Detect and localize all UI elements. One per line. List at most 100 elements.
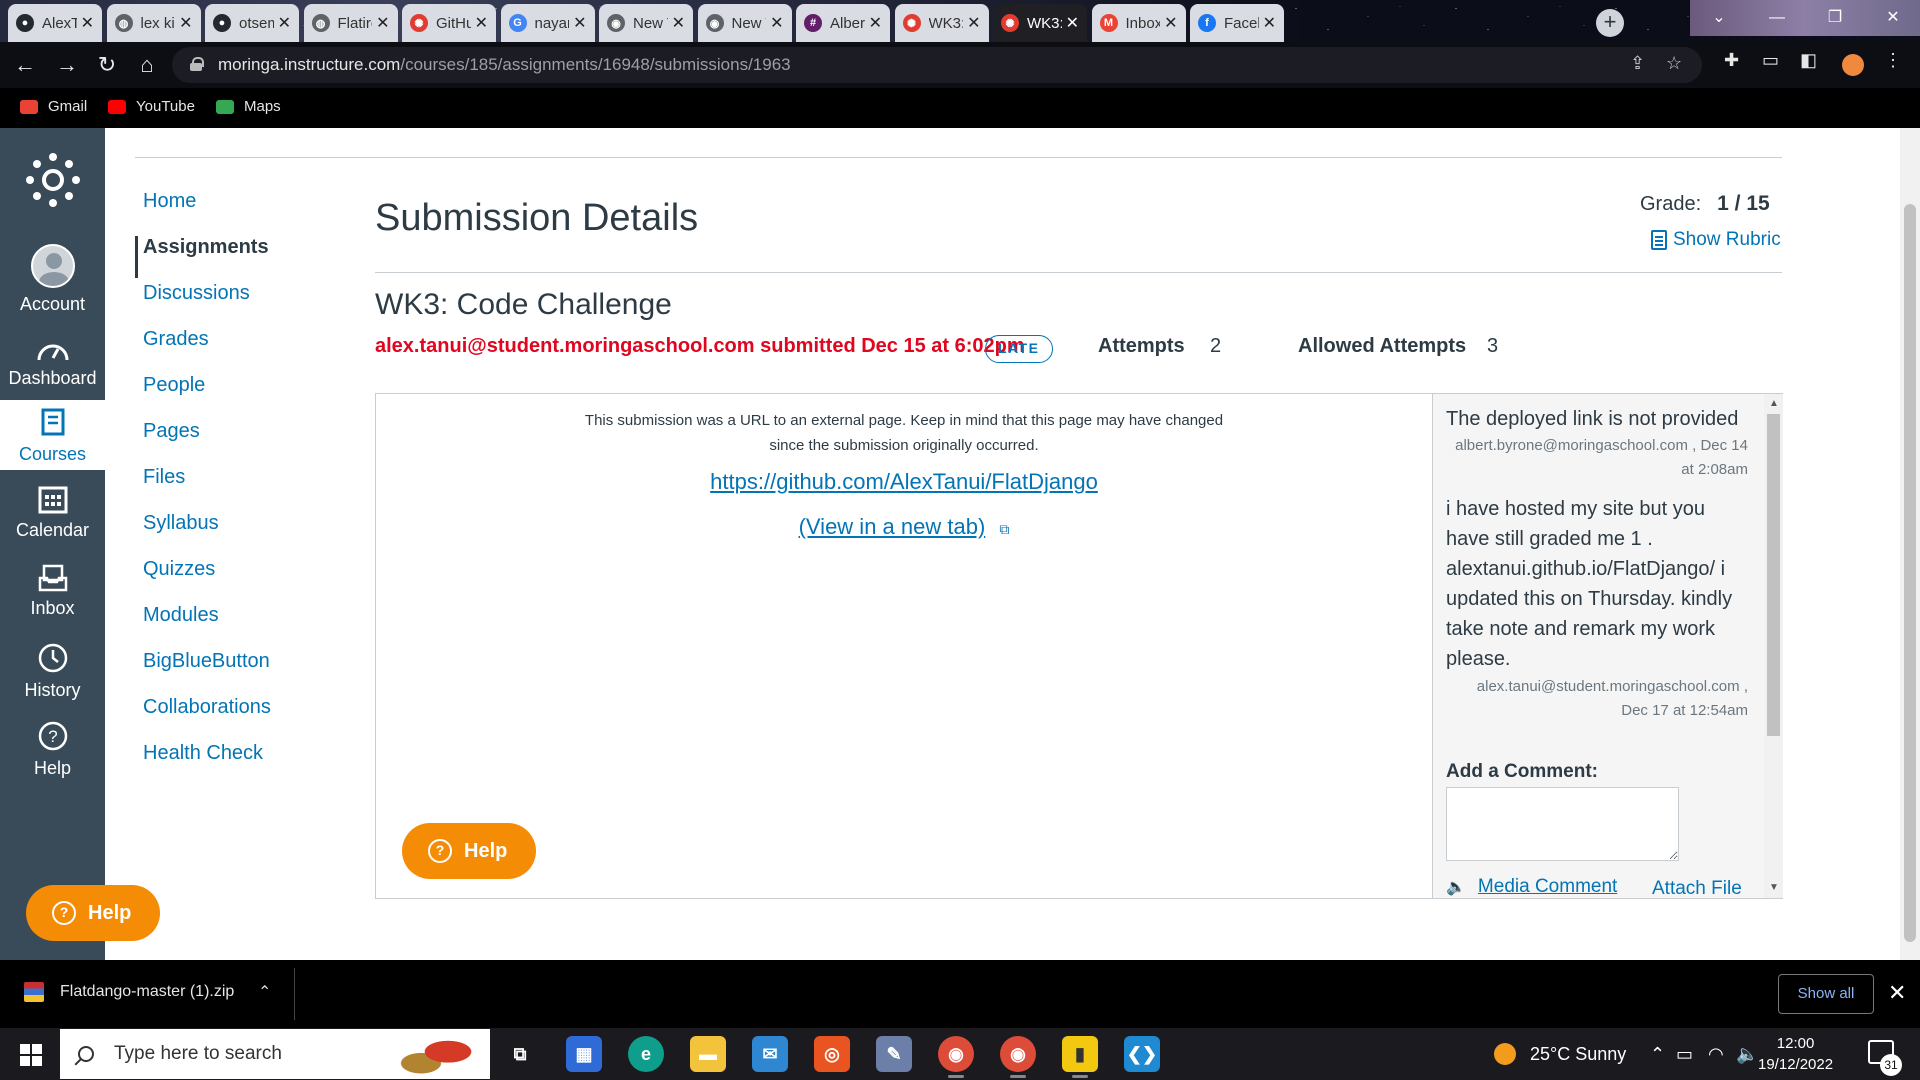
chevron-up-icon[interactable]: ⌃ bbox=[258, 982, 271, 1002]
wifi-icon[interactable]: ◠ bbox=[1708, 1044, 1724, 1065]
view-new-tab-link[interactable]: (View in a new tab) ⧉ bbox=[376, 514, 1432, 540]
close-tab-icon[interactable]: ✕ bbox=[573, 13, 586, 33]
edge-icon[interactable]: e bbox=[628, 1036, 664, 1072]
help-floating-button[interactable]: ? Help bbox=[26, 885, 160, 941]
reload-icon[interactable]: ↻ bbox=[92, 50, 122, 80]
task-view-icon[interactable]: ⧉ bbox=[502, 1036, 538, 1072]
browser-tab[interactable]: M Inbox ✕ bbox=[1091, 4, 1186, 42]
file-explorer-icon[interactable]: ▬ bbox=[690, 1036, 726, 1072]
close-tab-icon[interactable]: ✕ bbox=[770, 13, 783, 33]
volume-icon[interactable]: 🔈 bbox=[1736, 1044, 1758, 1065]
tab-search-icon[interactable]: ⌄ bbox=[1690, 0, 1748, 36]
extensions-icon[interactable]: ✚ bbox=[1724, 50, 1739, 71]
close-tab-icon[interactable]: ✕ bbox=[81, 13, 94, 33]
chrome-profile-icon[interactable]: ◉ bbox=[1000, 1036, 1036, 1078]
nav-courses[interactable]: Courses bbox=[0, 400, 105, 470]
nav-account[interactable]: Account bbox=[0, 244, 105, 315]
power-bi-icon[interactable]: ▮ bbox=[1062, 1036, 1098, 1078]
battery-icon[interactable]: ▭ bbox=[1676, 1044, 1693, 1065]
course-nav-collaborations[interactable]: Collaborations bbox=[143, 696, 271, 719]
comments-scrollbar[interactable]: ▲ ▼ bbox=[1764, 394, 1783, 898]
mail-icon[interactable]: ✉ bbox=[752, 1036, 788, 1072]
course-nav-grades[interactable]: Grades bbox=[143, 328, 209, 351]
new-tab-button[interactable]: + bbox=[1596, 9, 1624, 37]
view-new-tab-label[interactable]: (View in a new tab) bbox=[799, 514, 986, 539]
comment-textarea[interactable] bbox=[1446, 787, 1679, 861]
course-nav-modules[interactable]: Modules bbox=[143, 604, 219, 627]
close-tab-icon[interactable]: ✕ bbox=[1263, 13, 1276, 33]
close-tab-icon[interactable]: ✕ bbox=[869, 13, 882, 33]
paint-icon[interactable]: ✎ bbox=[876, 1036, 912, 1072]
show-all-button[interactable]: Show all bbox=[1778, 974, 1874, 1014]
profile-avatar[interactable] bbox=[1842, 54, 1864, 76]
windows-start-icon[interactable] bbox=[20, 1044, 42, 1066]
store-icon[interactable]: ▦ bbox=[566, 1036, 602, 1072]
course-nav-files[interactable]: Files bbox=[143, 466, 185, 489]
browser-tab[interactable]: f Faceb✕ bbox=[1190, 4, 1284, 42]
course-nav-people[interactable]: People bbox=[143, 374, 205, 397]
taskbar-search[interactable]: Type here to search bbox=[60, 1029, 490, 1079]
course-nav-health-check[interactable]: Health Check bbox=[143, 742, 263, 765]
minimize-icon[interactable]: — bbox=[1748, 0, 1806, 36]
nav-help[interactable]: ? Help bbox=[0, 720, 105, 779]
close-tab-icon[interactable]: ✕ bbox=[672, 13, 685, 33]
close-downloads-icon[interactable]: ✕ bbox=[1888, 980, 1906, 1006]
bookmark-youtube[interactable]: YouTube bbox=[108, 98, 195, 115]
close-window-icon[interactable]: ✕ bbox=[1864, 0, 1920, 36]
media-comment-label[interactable]: Media Comment bbox=[1478, 876, 1617, 898]
menu-icon[interactable]: ⋮ bbox=[1884, 50, 1902, 71]
browser-tab[interactable]: ◉ New T✕ bbox=[697, 4, 792, 42]
back-icon[interactable]: ← bbox=[10, 50, 40, 80]
nav-inbox[interactable]: Inbox bbox=[0, 564, 105, 619]
show-rubric-link[interactable]: Show Rubric bbox=[1651, 229, 1781, 251]
browser-tab[interactable]: ✺ GitHu ✕ bbox=[402, 4, 496, 42]
bookmark-gmail[interactable]: Gmail bbox=[20, 98, 87, 115]
page-scrollbar[interactable] bbox=[1900, 128, 1920, 960]
download-item[interactable]: Flatdango-master (1).zip bbox=[24, 982, 234, 1002]
bookmark-star-icon[interactable]: ☆ bbox=[1666, 53, 1682, 74]
nav-history[interactable]: History bbox=[0, 642, 105, 701]
browser-tab[interactable]: ◍ lex kip✕ bbox=[106, 4, 201, 42]
nav-calendar[interactable]: Calendar bbox=[0, 484, 105, 541]
scroll-thumb[interactable] bbox=[1767, 414, 1780, 736]
course-nav-pages[interactable]: Pages bbox=[143, 420, 200, 443]
course-nav-bigbluebutton[interactable]: BigBlueButton bbox=[143, 650, 270, 673]
browser-tab[interactable]: ● otsem✕ bbox=[205, 4, 299, 42]
browser-tab[interactable]: Gnayan✕ bbox=[500, 4, 595, 42]
submission-url-link[interactable]: https://github.com/AlexTanui/FlatDjango bbox=[376, 469, 1432, 495]
nav-dashboard[interactable]: Dashboard bbox=[0, 338, 105, 389]
close-tab-icon[interactable]: ✕ bbox=[967, 13, 980, 33]
home-icon[interactable]: ⌂ bbox=[132, 50, 162, 80]
submission-url-text[interactable]: https://github.com/AlexTanui/FlatDjango bbox=[710, 469, 1098, 494]
close-tab-icon[interactable]: ✕ bbox=[376, 13, 389, 33]
browser-tab[interactable]: ◍ Flatiro✕ bbox=[303, 4, 398, 42]
side-panel-icon[interactable]: ◧ bbox=[1800, 50, 1817, 71]
browser-tab[interactable]: # Albert✕ bbox=[796, 4, 890, 42]
browser-tab[interactable]: ● AlexTa✕ bbox=[8, 4, 102, 42]
taskbar-clock[interactable]: 12:00 19/12/2022 bbox=[1758, 1033, 1833, 1075]
bookmark-maps[interactable]: Maps bbox=[216, 98, 281, 115]
cast-icon[interactable]: ▭ bbox=[1762, 50, 1779, 71]
close-tab-icon[interactable]: ✕ bbox=[475, 13, 488, 33]
browser-tab[interactable]: ✺ WK3: ✕ bbox=[894, 4, 989, 42]
course-nav-discussions[interactable]: Discussions bbox=[143, 282, 250, 305]
help-inner-button[interactable]: ? Help bbox=[402, 823, 536, 879]
browser-tab[interactable]: ◉ New T✕ bbox=[599, 4, 693, 42]
address-bar[interactable]: moringa.instructure.com/courses/185/assi… bbox=[172, 47, 1702, 83]
forward-icon[interactable]: → bbox=[52, 50, 82, 80]
course-nav-assignments[interactable]: Assignments bbox=[143, 236, 269, 259]
browser-tab[interactable]: ✺ WK3: ✕ bbox=[993, 4, 1087, 42]
media-comment-link[interactable]: 🔈 Media Comment bbox=[1446, 876, 1617, 898]
scroll-down-icon[interactable]: ▼ bbox=[1769, 882, 1779, 893]
weather-text[interactable]: 25°C Sunny bbox=[1530, 1044, 1626, 1065]
vscode-icon[interactable]: ❮❯ bbox=[1124, 1036, 1160, 1072]
page-scroll-thumb[interactable] bbox=[1904, 204, 1916, 942]
canvas-logo-icon[interactable] bbox=[25, 152, 81, 208]
scroll-up-icon[interactable]: ▲ bbox=[1769, 398, 1779, 409]
chrome-icon[interactable]: ◉ bbox=[938, 1036, 974, 1078]
ubuntu-icon[interactable]: ◎ bbox=[814, 1036, 850, 1072]
course-nav-syllabus[interactable]: Syllabus bbox=[143, 512, 219, 535]
close-tab-icon[interactable]: ✕ bbox=[278, 13, 291, 33]
close-tab-icon[interactable]: ✕ bbox=[1066, 13, 1079, 33]
course-nav-home[interactable]: Home bbox=[143, 190, 196, 213]
